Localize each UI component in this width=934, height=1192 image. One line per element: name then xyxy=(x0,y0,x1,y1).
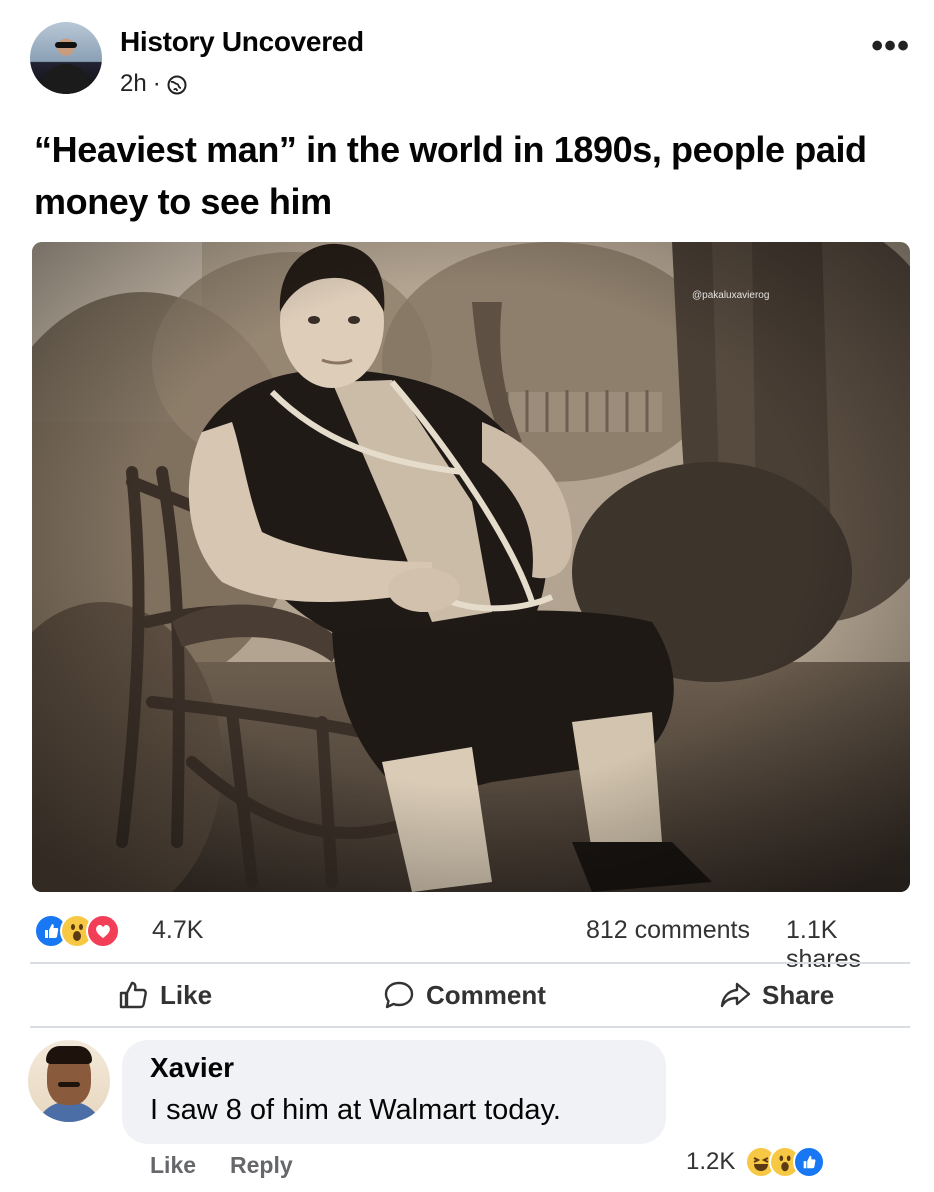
comment-reaction-count: 1.2K xyxy=(686,1148,736,1175)
reaction-count[interactable]: 4.7K xyxy=(152,916,203,945)
post-text: “Heaviest man” in the world in 1890s, pe… xyxy=(34,129,867,222)
thumbs-up-icon xyxy=(119,981,147,1009)
post-photo[interactable]: @pakaluxavierog xyxy=(32,242,910,892)
more-options-icon[interactable]: ••• xyxy=(871,29,910,63)
like-label: Like xyxy=(160,979,213,1010)
comments-count[interactable]: 812 comments xyxy=(586,916,750,945)
post-meta: 2h · xyxy=(120,70,187,98)
page-name[interactable]: History Uncovered xyxy=(120,26,364,58)
post-time[interactable]: 2h xyxy=(120,70,147,98)
photo-illustration xyxy=(32,242,910,892)
comment-like-button[interactable]: Like xyxy=(150,1152,196,1179)
reaction-icons[interactable] xyxy=(34,914,120,948)
comment-reply-button[interactable]: Reply xyxy=(230,1152,293,1179)
comment-bubble: Xavier I saw 8 of him at Walmart today. xyxy=(122,1040,666,1144)
comment-author[interactable]: Xavier xyxy=(150,1052,234,1084)
share-label: Share xyxy=(762,979,835,1010)
love-icon xyxy=(86,914,120,948)
divider xyxy=(30,962,910,964)
page-avatar[interactable] xyxy=(30,22,102,94)
post-actions: Like Comment Share xyxy=(30,966,910,1024)
commenter-avatar[interactable] xyxy=(28,1040,110,1122)
divider xyxy=(30,1026,910,1028)
comment-text: I saw 8 of him at Walmart today. xyxy=(150,1094,561,1126)
photo-watermark: @pakaluxavierog xyxy=(692,290,770,301)
post-stats: 4.7K 812 comments 1.1K shares xyxy=(34,912,914,973)
comment-actions: Like Reply xyxy=(150,1152,293,1179)
comment-reactions[interactable]: 1.2K xyxy=(686,1146,826,1178)
share-button[interactable]: Share xyxy=(718,966,834,1024)
comment-icon xyxy=(384,981,414,1009)
comment-button[interactable]: Comment xyxy=(382,966,546,1024)
post-header: History Uncovered 2h · ••• xyxy=(30,22,910,102)
comment-label: Comment xyxy=(426,979,546,1010)
meta-separator: · xyxy=(152,70,161,97)
globe-icon xyxy=(167,74,187,95)
like-button[interactable]: Like xyxy=(116,966,212,1024)
share-icon xyxy=(720,982,751,1008)
like-icon xyxy=(793,1146,826,1178)
facebook-post: History Uncovered 2h · ••• “Heaviest man… xyxy=(0,0,934,1192)
